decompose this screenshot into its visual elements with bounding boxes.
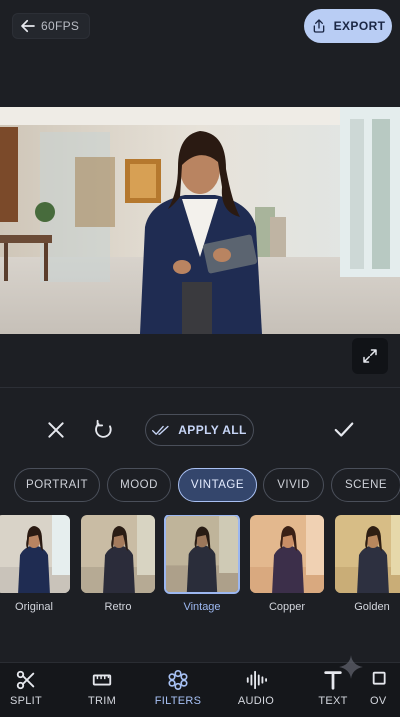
divider xyxy=(0,387,400,388)
filter-presets: Original Retro Vintage Copper Golden xyxy=(0,515,400,615)
filter-golden[interactable] xyxy=(335,515,400,593)
nav-label: AUDIO xyxy=(237,695,275,707)
apply-all-label: APPLY ALL xyxy=(178,423,247,437)
filter-thumbnail xyxy=(335,515,400,593)
export-button[interactable]: EXPORT xyxy=(304,9,392,43)
scissors-icon xyxy=(16,670,35,690)
nav-audio[interactable]: AUDIO xyxy=(226,669,286,715)
filter-thumbnail xyxy=(250,515,324,593)
video-preview[interactable] xyxy=(0,107,400,334)
filter-retro[interactable] xyxy=(81,515,155,593)
nav-trim[interactable]: TRIM xyxy=(72,669,132,715)
nav-overlay[interactable]: OV xyxy=(370,669,400,715)
cancel-button[interactable] xyxy=(40,414,72,446)
top-bar: 60FPS EXPORT xyxy=(0,0,400,56)
fps-label: 60FPS xyxy=(41,19,80,33)
filter-label: Golden xyxy=(354,601,390,613)
nav-label: SPLIT xyxy=(9,695,43,707)
export-label: EXPORT xyxy=(333,19,386,33)
share-upload-icon xyxy=(313,19,324,33)
filter-vintage[interactable] xyxy=(164,515,240,594)
filter-thumbnail xyxy=(0,515,70,593)
tab-portrait[interactable]: PORTRAIT xyxy=(14,468,100,502)
filter-copper[interactable] xyxy=(250,515,324,593)
back-button[interactable]: 60FPS xyxy=(12,13,91,39)
filter-thumbnail xyxy=(81,515,155,593)
tab-label: PORTRAIT xyxy=(26,479,88,491)
nav-split[interactable]: SPLIT xyxy=(0,669,56,715)
apply-all-button[interactable]: APPLY ALL xyxy=(145,414,254,446)
confirm-button[interactable] xyxy=(328,414,360,446)
close-icon xyxy=(48,422,64,438)
filter-label: Vintage xyxy=(183,601,221,613)
nav-label: OV xyxy=(370,695,387,707)
tab-label: MOOD xyxy=(120,479,158,491)
tab-mood[interactable]: MOOD xyxy=(107,468,171,502)
tab-label: SCENE xyxy=(344,479,388,491)
nav-filters[interactable]: FILTERS xyxy=(148,669,208,715)
tab-scene[interactable]: SCENE xyxy=(331,468,400,502)
filter-action-row: APPLY ALL xyxy=(0,410,400,450)
trim-icon xyxy=(92,674,112,686)
filter-label: Original xyxy=(15,601,53,613)
check-icon xyxy=(334,422,354,437)
tab-vivid[interactable]: VIVID xyxy=(263,468,324,502)
nav-label: FILTERS xyxy=(154,695,202,707)
tab-label: VIVID xyxy=(277,479,310,491)
expand-icon xyxy=(363,349,377,363)
filter-category-tabs: PORTRAIT MOOD VINTAGE VIVID SCENE xyxy=(0,468,400,502)
tab-label: VINTAGE xyxy=(190,479,245,491)
preview-image xyxy=(0,107,400,334)
tab-vintage[interactable]: VINTAGE xyxy=(178,468,257,502)
filter-label: Copper xyxy=(268,601,306,613)
overlay-icon xyxy=(372,671,386,685)
audio-wave-icon xyxy=(246,670,267,690)
reset-button[interactable] xyxy=(88,414,120,446)
filter-original[interactable] xyxy=(0,515,70,593)
filter-thumbnail xyxy=(166,516,238,592)
filters-icon xyxy=(168,670,188,690)
double-check-icon xyxy=(152,425,169,435)
fullscreen-button[interactable] xyxy=(352,338,388,374)
sparkle-icon xyxy=(339,655,363,679)
reset-icon xyxy=(95,419,112,438)
nav-label: TRIM xyxy=(87,695,117,707)
nav-label: TEXT xyxy=(318,695,348,707)
arrow-left-icon xyxy=(21,19,35,33)
filter-label: Retro xyxy=(104,601,132,613)
